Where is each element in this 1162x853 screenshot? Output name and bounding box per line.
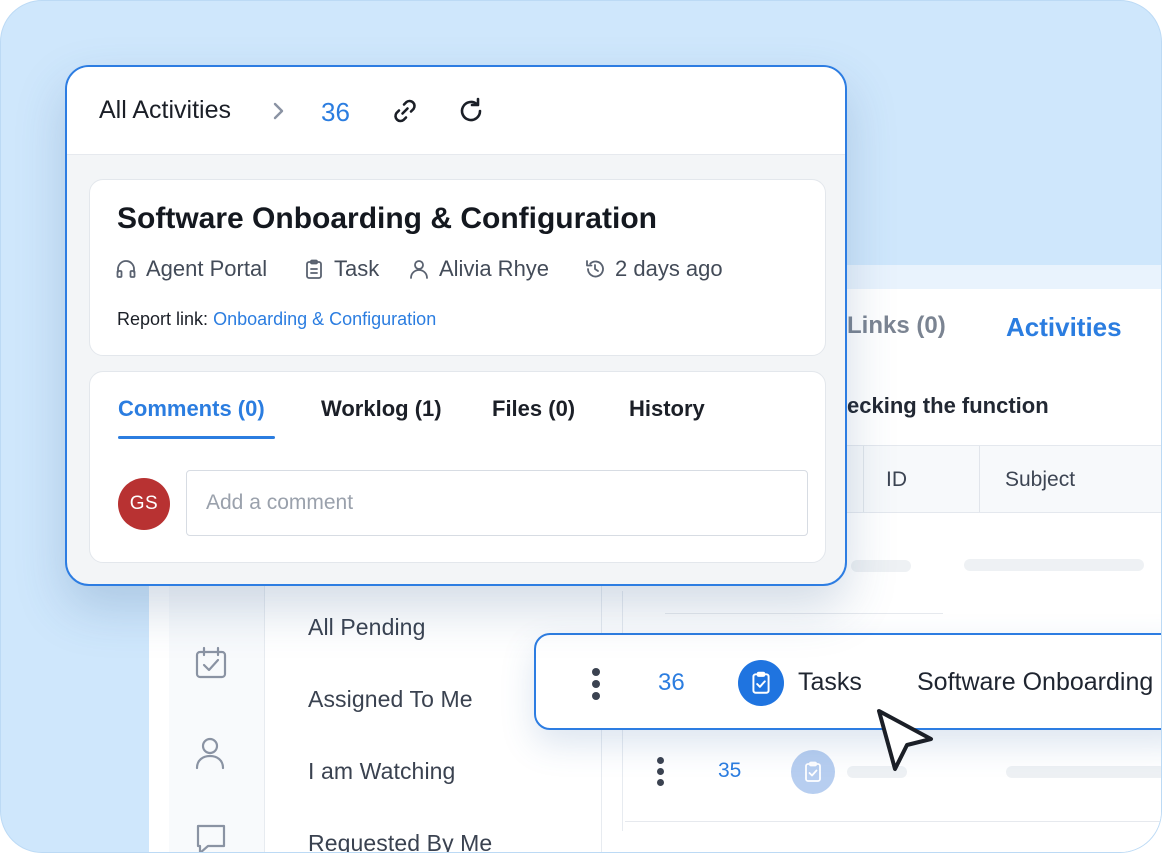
report-link[interactable]: Onboarding & Configuration	[213, 309, 436, 329]
column-subject[interactable]: Subject	[1005, 468, 1075, 492]
headset-icon	[116, 260, 136, 278]
meta-time: 2 days ago	[584, 256, 723, 282]
history-icon	[586, 260, 604, 278]
user-icon	[410, 260, 428, 279]
highlighted-task-row[interactable]: 36 Tasks Software Onboarding	[534, 633, 1161, 730]
nav-all-pending[interactable]: All Pending	[308, 614, 425, 641]
meta-portal-label: Agent Portal	[146, 256, 268, 281]
tab-comments[interactable]: Comments (0)	[118, 396, 265, 422]
chevron-right-icon	[273, 102, 284, 120]
row-divider	[665, 613, 943, 614]
refresh-icon[interactable]	[455, 95, 487, 127]
clipboard-icon	[306, 259, 322, 279]
comments-card: Comments (0) Worklog (1) Files (0) Histo…	[89, 371, 826, 563]
task-clipboard-icon	[791, 750, 835, 794]
avatar: GS	[118, 478, 170, 530]
task-row-type: Tasks	[798, 668, 862, 696]
meta-assignee: Alivia Rhye	[408, 256, 549, 282]
active-tab-indicator	[118, 436, 275, 439]
nav-i-am-watching[interactable]: I am Watching	[308, 758, 455, 785]
meta-time-label: 2 days ago	[615, 256, 723, 281]
meta-type-label: Task	[334, 256, 380, 281]
task-row-subject[interactable]: Software Onboarding	[917, 668, 1153, 697]
meta-assignee-label: Alivia Rhye	[439, 256, 550, 281]
nav-assigned-to-me[interactable]: Assigned To Me	[308, 686, 473, 713]
comment-input[interactable]	[186, 470, 808, 536]
task-row-id[interactable]: 36	[658, 669, 685, 697]
meta-type: Task	[303, 256, 379, 282]
tab-worklog[interactable]: Worklog (1)	[321, 396, 442, 422]
breadcrumb-all-activities[interactable]: All Activities	[99, 96, 231, 125]
nav-requested-by-me[interactable]: Requested By Me	[308, 830, 492, 852]
meta-portal: Agent Portal	[115, 256, 267, 282]
activity-description: ecking the function	[847, 393, 1049, 418]
row-menu-button[interactable]	[655, 757, 665, 787]
table-header: ID Subject	[839, 445, 1161, 513]
column-id[interactable]: ID	[886, 468, 907, 492]
report-link-row: Report link: Onboarding & Configuration	[117, 309, 436, 330]
link-icon[interactable]	[389, 95, 421, 127]
activity-detail-card: Software Onboarding & Configuration Agen…	[89, 179, 826, 356]
skeleton-bar	[964, 559, 1144, 571]
row-id-35[interactable]: 35	[718, 759, 741, 783]
chat-icon[interactable]	[193, 821, 229, 852]
popup-header: All Activities 36	[67, 67, 845, 155]
report-link-label: Report link:	[117, 309, 209, 329]
activity-detail-popup: All Activities 36 Software Onboarding & …	[65, 65, 847, 586]
task-clipboard-icon	[738, 660, 784, 706]
breadcrumb-activity-id: 36	[321, 97, 350, 127]
user-icon[interactable]	[192, 735, 228, 771]
tab-files[interactable]: Files (0)	[492, 396, 575, 422]
calendar-check-icon[interactable]	[193, 645, 229, 681]
tab-activities[interactable]: Activities	[1006, 312, 1122, 343]
tab-history[interactable]: History	[629, 396, 705, 422]
row-divider	[625, 821, 1161, 822]
tab-links[interactable]: Links (0)	[847, 312, 946, 340]
skeleton-bar	[1006, 766, 1161, 778]
task-row-menu-button[interactable]	[591, 668, 601, 704]
skeleton-bar	[851, 560, 911, 572]
activity-title: Software Onboarding & Configuration	[117, 202, 657, 235]
stage-background: All Pending Assigned To Me I am Watching…	[0, 0, 1162, 853]
mouse-cursor-icon	[877, 709, 933, 771]
